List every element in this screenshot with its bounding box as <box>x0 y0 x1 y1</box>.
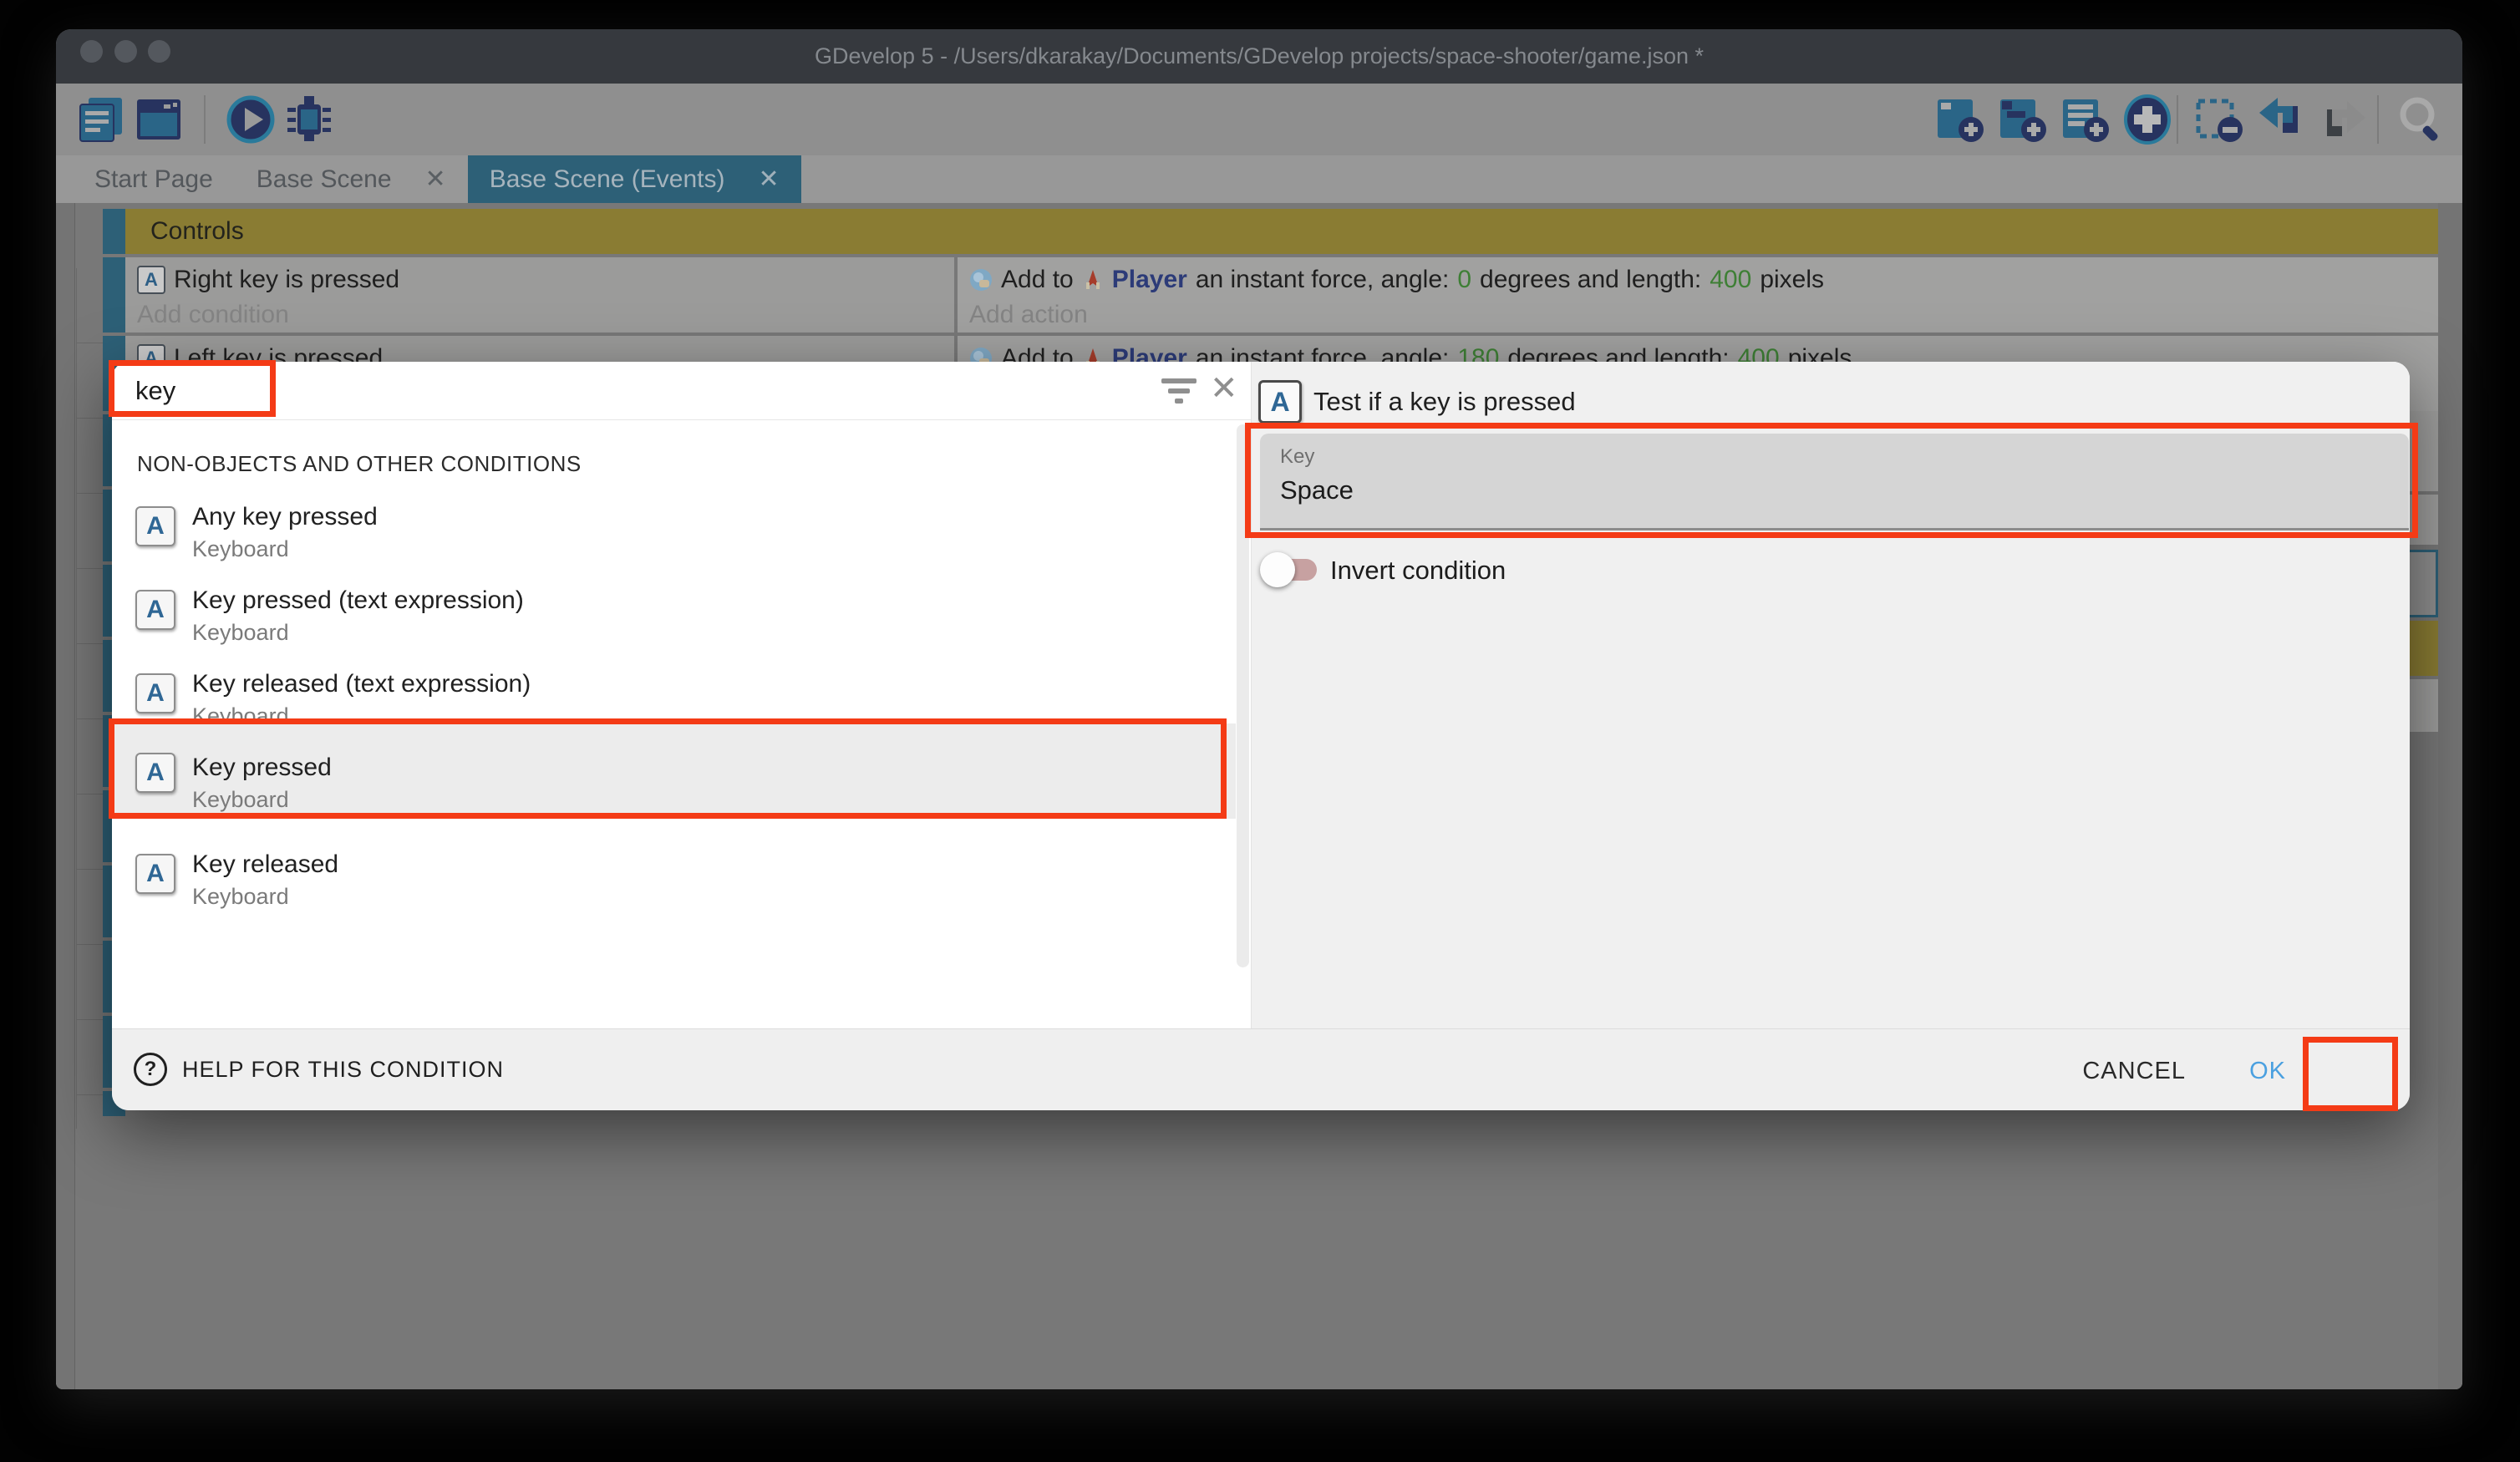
cancel-button[interactable]: CANCEL <box>2082 1058 2186 1085</box>
help-link[interactable]: ? HELP FOR THIS CONDITION <box>134 1053 504 1086</box>
undo-icon[interactable] <box>2256 94 2306 145</box>
tabbar: Start Page Base Scene✕ Base Scene (Event… <box>56 155 2462 203</box>
object-name: Player <box>1112 266 1187 294</box>
toolbar-separator <box>2177 95 2178 144</box>
project-manager-icon[interactable] <box>75 94 125 145</box>
add-event-icon[interactable] <box>1934 94 1984 145</box>
add-force-icon <box>969 268 993 292</box>
list-item-key-pressed-text-expression[interactable]: A Key pressed (text expression) Keyboard <box>112 566 1236 650</box>
keyboard-a-icon: A <box>1258 380 1302 424</box>
player-ship-icon <box>1082 269 1104 291</box>
help-icon: ? <box>134 1053 167 1086</box>
event-bar <box>103 209 125 254</box>
event-group-header[interactable]: Controls <box>125 209 2438 254</box>
annotation-search-box <box>109 360 276 417</box>
dialog-footer: ? HELP FOR THIS CONDITION CANCEL OK <box>112 1028 2410 1110</box>
add-comment-icon[interactable] <box>2060 94 2110 145</box>
list-item-key-released[interactable]: A Key released Keyboard <box>112 830 1236 914</box>
ok-button[interactable]: OK <box>2249 1058 2286 1085</box>
add-condition-link[interactable]: Add condition <box>137 301 289 329</box>
event-condition-cell[interactable]: A Right key is pressed Add condition <box>125 257 954 333</box>
screenshot-root: GDevelop 5 - /Users/dkarakay/Documents/G… <box>0 0 2520 1462</box>
search-icon[interactable] <box>2396 94 2446 145</box>
toggle-thumb <box>1260 552 1295 587</box>
toolbar-separator <box>204 95 206 144</box>
event-bar <box>103 257 125 333</box>
close-tab-icon[interactable]: ✕ <box>759 165 780 194</box>
keyboard-a-icon: A <box>135 854 175 894</box>
delete-selection-icon[interactable] <box>2193 94 2243 145</box>
scene-editor-icon[interactable] <box>134 94 184 145</box>
keyboard-a-icon: A <box>135 673 175 713</box>
tab-base-scene[interactable]: Base Scene✕ <box>235 155 468 203</box>
play-icon[interactable] <box>226 94 276 145</box>
redo-icon[interactable] <box>2319 94 2369 145</box>
tab-start-page[interactable]: Start Page <box>73 155 235 203</box>
annotation-ok-button <box>2303 1037 2398 1111</box>
add-action-link[interactable]: Add action <box>969 301 1088 329</box>
debug-icon[interactable] <box>284 94 334 145</box>
close-icon[interactable]: ✕ <box>1210 370 1238 407</box>
add-subevent-icon[interactable] <box>1997 94 2047 145</box>
invert-condition-toggle[interactable] <box>1260 552 1320 587</box>
window-title: GDevelop 5 - /Users/dkarakay/Documents/G… <box>56 29 2462 84</box>
section-header: NON-OBJECTS AND OTHER CONDITIONS <box>137 451 582 477</box>
events-left-gutter <box>56 203 75 1389</box>
events-right-gutter <box>2438 203 2462 1389</box>
keyboard-a-icon: A <box>135 590 175 630</box>
close-tab-icon[interactable]: ✕ <box>425 165 446 194</box>
keyboard-a-icon: A <box>135 506 175 546</box>
toolbar <box>56 84 2462 155</box>
invert-condition-label: Invert condition <box>1330 556 1506 586</box>
event-action-cell[interactable]: Add to Player an instant force, angle: 0… <box>958 257 2438 333</box>
toolbar-separator <box>2377 95 2379 144</box>
tab-base-scene-events[interactable]: Base Scene (Events)✕ <box>468 155 801 203</box>
condition-text: Right key is pressed <box>174 266 399 294</box>
list-item-any-key-pressed[interactable]: A Any key pressed Keyboard <box>112 483 1236 566</box>
annotation-key-field <box>1245 423 2418 538</box>
annotation-key-pressed-item <box>109 718 1227 819</box>
add-circle-icon[interactable] <box>2122 94 2172 145</box>
filter-icon[interactable] <box>1161 378 1196 405</box>
keyboard-a-icon: A <box>137 266 165 294</box>
titlebar: GDevelop 5 - /Users/dkarakay/Documents/G… <box>56 29 2462 84</box>
condition-title: Test if a key is pressed <box>1313 387 1576 417</box>
